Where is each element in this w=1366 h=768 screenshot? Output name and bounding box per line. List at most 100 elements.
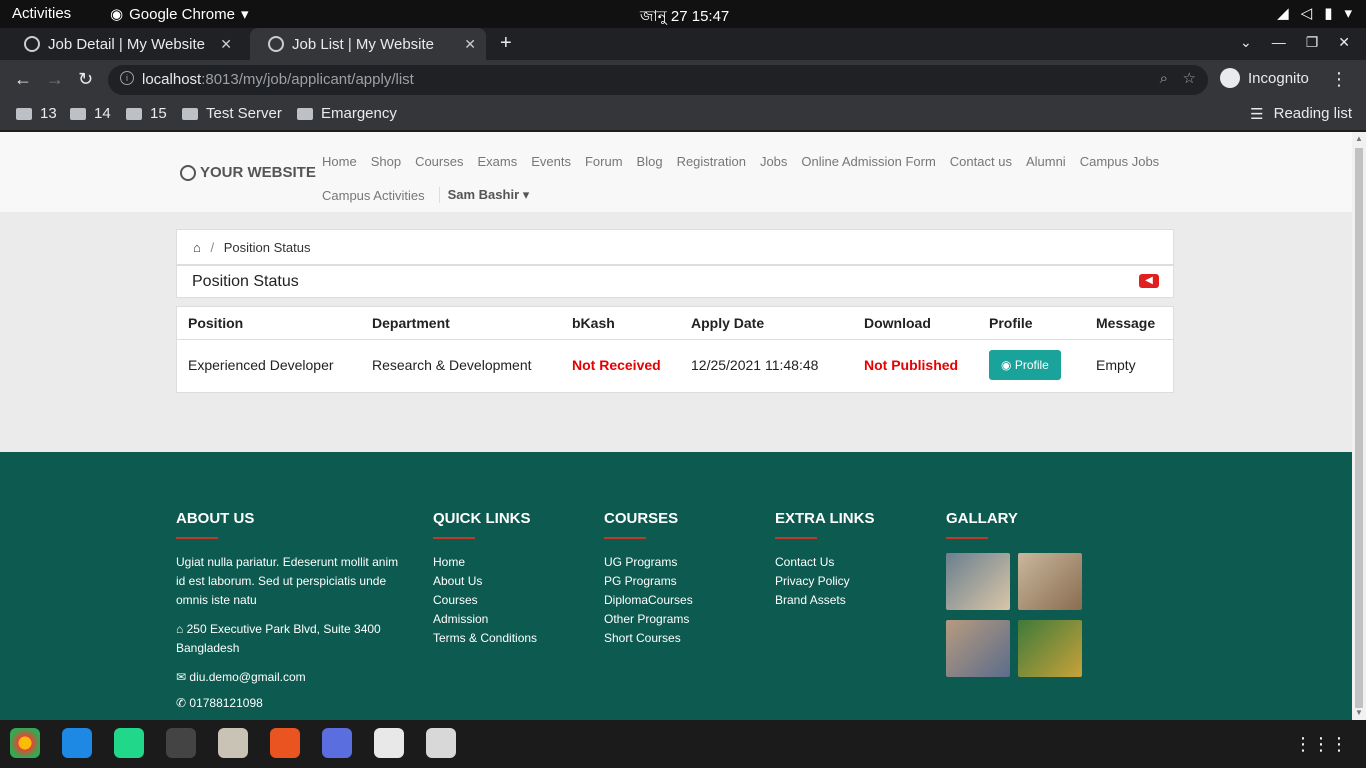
col-message: Message [1085,307,1173,340]
forward-icon[interactable]: → [46,69,64,90]
address-bar[interactable]: i localhost:8013/my/job/applicant/apply/… [108,65,1208,95]
nav-events[interactable]: Events [531,154,571,169]
bookmark-star-icon[interactable]: ☆ [1183,69,1196,87]
footer-extra-links: EXTRA LINKS Contact Us Privacy Policy Br… [775,510,874,610]
footer-link[interactable]: Courses [433,591,537,610]
applications-table: Position Department bKash Apply Date Dow… [176,306,1174,393]
reload-icon[interactable]: ↻ [78,69,93,90]
nav-online-admission[interactable]: Online Admission Form [801,154,935,169]
nav-contact[interactable]: Contact us [950,154,1012,169]
gallery-image[interactable] [1018,553,1082,610]
document-viewer-dock-icon[interactable] [374,728,404,758]
footer-address: ⌂ 250 Executive Park Blvd, Suite 3400 Ba… [176,620,401,658]
footer-link[interactable]: PG Programs [604,572,693,591]
reading-list[interactable]: ☰ Reading list [1250,105,1352,123]
new-tab-icon[interactable]: + [500,32,512,55]
footer-link[interactable]: Admission [433,610,537,629]
nav-jobs[interactable]: Jobs [760,154,787,169]
footer-link[interactable]: About Us [433,572,537,591]
col-bkash: bKash [561,307,680,340]
menu-icon[interactable]: ⋮ [1330,69,1348,90]
tab-search-icon[interactable]: ⌄ [1240,34,1252,51]
nav-alumni[interactable]: Alumni [1026,154,1066,169]
col-apply-date: Apply Date [680,307,853,340]
nav-blog[interactable]: Blog [637,154,663,169]
breadcrumb-separator: / [210,240,215,255]
clock[interactable]: জানু 27 15:47 [640,5,729,30]
profile-button[interactable]: ◉ Profile [989,350,1061,381]
user-menu[interactable]: Sam Bashir ▾ [438,187,529,203]
app-menu[interactable]: ◉ Google Chrome ▾ [110,5,249,24]
nav-shop[interactable]: Shop [371,154,401,169]
back-arrow-icon[interactable]: ◀ [1139,274,1159,288]
footer-link[interactable]: Brand Assets [775,591,874,610]
software-center-dock-icon[interactable] [270,728,300,758]
nav-courses[interactable]: Courses [415,154,463,169]
title-underline [604,537,646,539]
gallery-image[interactable] [1018,620,1082,677]
terminal-dock-icon[interactable] [166,728,196,758]
gallery-image[interactable] [946,620,1010,677]
cell-download-status: Not Published [864,357,959,374]
close-icon[interactable]: ✕ [220,36,232,53]
incognito-badge[interactable]: Incognito [1220,68,1309,88]
tab-title: Job List | My Website [292,35,435,53]
nav-exams[interactable]: Exams [477,154,517,169]
wifi-icon: ◢ [1277,5,1289,22]
image-viewer-dock-icon[interactable] [426,728,456,758]
footer-email[interactable]: ✉ diu.demo@gmail.com [176,668,401,687]
back-icon[interactable]: ← [14,69,32,90]
app-grid-icon[interactable]: ⋮⋮⋮ [1294,734,1348,755]
nav-home[interactable]: Home [322,154,357,169]
site-logo[interactable]: YOUR WEBSITE [180,164,316,181]
footer-link[interactable]: Home [433,553,537,572]
tab-job-detail[interactable]: Job Detail | My Website ✕ [6,28,242,60]
scroll-up-icon[interactable]: ▲ [1355,134,1363,143]
footer-link[interactable]: Terms & Conditions [433,629,537,648]
screenshot-dock-icon[interactable] [322,728,352,758]
bookmark-emargency[interactable]: Emargency [297,105,397,122]
site-info-icon[interactable]: i [120,71,134,85]
footer-about: ABOUT US Ugiat nulla pariatur. Edeserunt… [176,510,401,713]
bookmark-test-server[interactable]: Test Server [182,105,282,122]
close-window-icon[interactable]: ✕ [1338,34,1350,51]
gallery-image[interactable] [946,553,1010,610]
scroll-down-icon[interactable]: ▼ [1355,708,1363,717]
activities-button[interactable]: Activities [12,5,71,22]
zoom-icon[interactable]: ⌕ [1160,70,1168,87]
files-dock-icon[interactable] [218,728,248,758]
taskbar: ⋮⋮⋮ [0,720,1366,768]
eye-icon: ◉ [1001,358,1012,373]
bookmark-label: 13 [40,105,57,122]
home-icon[interactable]: ⌂ [193,240,201,255]
minimize-icon[interactable]: — [1272,34,1286,51]
footer-link[interactable]: UG Programs [604,553,693,572]
nav-registration[interactable]: Registration [677,154,746,169]
page-scrollbar[interactable]: ▲ ▼ [1352,132,1366,720]
bookmark-13[interactable]: 13 [16,105,57,122]
close-icon[interactable]: ✕ [464,36,476,53]
globe-icon [180,164,196,181]
vscode-dock-icon[interactable] [62,728,92,758]
footer-link[interactable]: Short Courses [604,629,693,648]
chrome-dock-icon[interactable] [10,728,40,758]
cell-bkash-status: Not Received [572,357,661,374]
bookmark-label: Emargency [321,105,397,122]
footer-phone[interactable]: ✆ 01788121098 [176,694,401,713]
footer-link[interactable]: DiplomaCourses [604,591,693,610]
nav-campus-activities[interactable]: Campus Activities [322,188,425,203]
scroll-thumb[interactable] [1355,148,1363,708]
nav-campus-jobs[interactable]: Campus Jobs [1080,154,1159,169]
footer-link[interactable]: Other Programs [604,610,693,629]
pycharm-dock-icon[interactable] [114,728,144,758]
bookmark-14[interactable]: 14 [70,105,111,122]
maximize-icon[interactable]: ❐ [1306,34,1319,51]
profile-button-label: Profile [1014,358,1049,373]
footer-link[interactable]: Privacy Policy [775,572,874,591]
email-text: diu.demo@gmail.com [189,670,306,684]
system-tray[interactable]: ◢ ◁ ▮ ▾ [1277,4,1352,22]
tab-job-list[interactable]: Job List | My Website ✕ [250,28,486,60]
nav-forum[interactable]: Forum [585,154,623,169]
bookmark-15[interactable]: 15 [126,105,167,122]
footer-link[interactable]: Contact Us [775,553,874,572]
